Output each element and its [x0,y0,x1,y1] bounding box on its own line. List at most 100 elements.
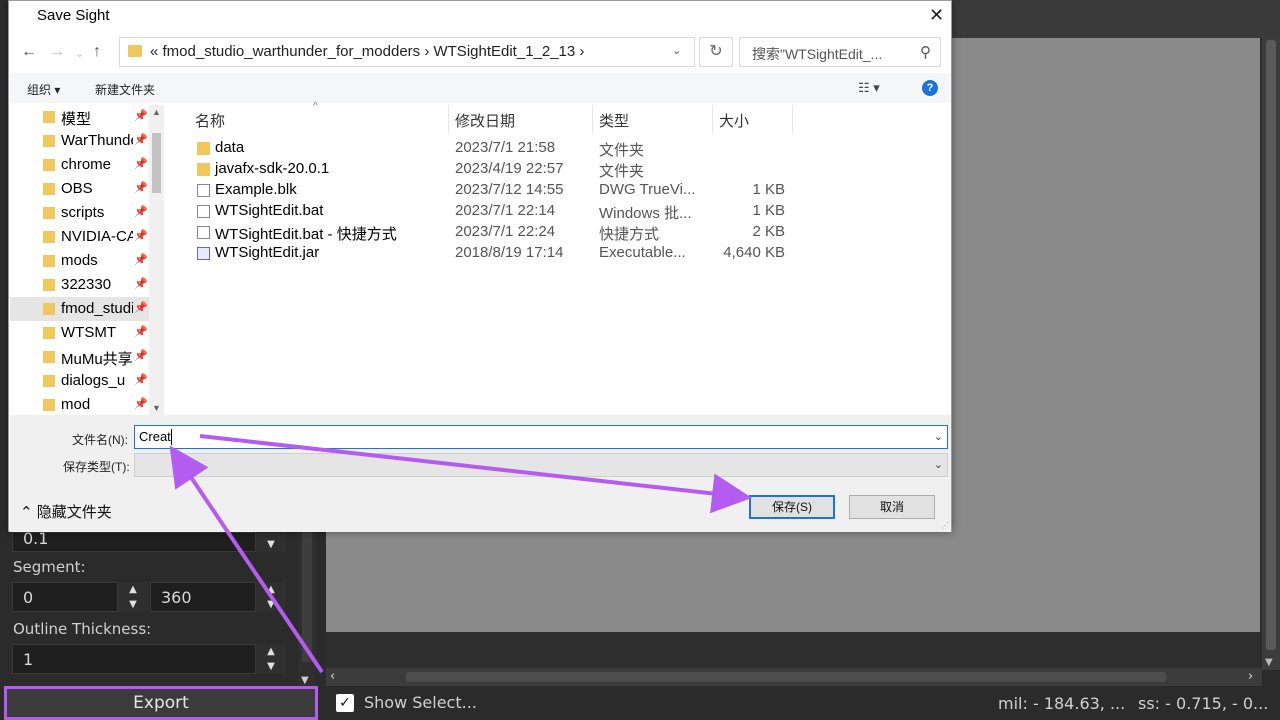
help-icon[interactable]: ? [922,80,938,96]
column-size[interactable]: 大小 [719,110,749,131]
nav-item[interactable]: OBS 📌 [10,177,149,201]
scroll-up-icon[interactable]: ▲ [152,107,161,117]
file-row[interactable]: WTSightEdit.bat 2023/7/1 22:14 Windows 批..… [173,201,813,222]
scrollbar-thumb[interactable] [406,672,1166,682]
address-bar[interactable]: « fmod_studio_warthunder_for_modders › W… [119,37,695,67]
nav-item[interactable]: dialogs_u 📌 [10,369,149,393]
file-type: 文件夹 [599,142,645,159]
refresh-button[interactable]: ↻ [699,37,733,67]
folder-icon [43,207,55,219]
top-value-stepper[interactable]: ▼ [256,532,286,552]
segment-from-field[interactable]: 0 [12,582,118,612]
nav-item[interactable]: 322330 📌 [10,273,149,297]
nav-item[interactable]: NVIDIA-CAT📌 [10,225,149,249]
top-value-field[interactable]: 0.1 [12,529,256,552]
pin-icon[interactable]: 📌 [134,109,148,122]
forward-arrow-icon[interactable]: → [49,43,65,61]
pin-icon[interactable]: 📌 [134,325,148,338]
nav-item[interactable]: mod 📌 [10,393,149,415]
nav-item[interactable]: mods 📌 [10,249,149,273]
back-arrow-icon[interactable]: ← [21,43,37,61]
pin-icon[interactable]: 📌 [134,205,148,218]
pin-icon[interactable]: 📌 [134,253,148,266]
scroll-down-icon[interactable]: ▼ [152,403,161,413]
nav-item[interactable]: fmod_studio📌 [10,297,149,321]
chevron-down-icon[interactable]: ⌄ [934,430,943,443]
mil-readout: mil: - 184.63, ... [998,694,1126,713]
filename-input[interactable]: Creat ⌄ [134,425,948,449]
outline-thickness-value: 1 [23,650,34,669]
export-button[interactable]: Export [4,686,318,720]
hide-folders-toggle[interactable]: ⌃ 隐藏文件夹 [20,501,112,522]
segment-to-stepper[interactable]: ▲ ▼ [256,582,286,612]
scroll-left-icon[interactable]: ‹ [330,669,335,684]
filetype-select[interactable]: ⌄ [134,453,948,477]
column-divider[interactable] [592,105,593,133]
breadcrumb[interactable]: « fmod_studio_warthunder_for_modders › W… [150,43,584,60]
nav-item[interactable]: WarThunder📌 [10,129,149,153]
nav-item-label: MuMu共享文件 [61,351,133,368]
pin-icon[interactable]: 📌 [134,349,148,362]
segment-to-field[interactable]: 360 [150,582,256,612]
outline-thickness-field[interactable]: 1 [12,644,256,674]
chevron-down-icon[interactable]: ⌄ [672,44,681,57]
increment-icon[interactable]: ▲ [118,582,148,597]
pin-icon[interactable]: 📌 [134,373,148,386]
search-input[interactable]: 搜索"WTSightEdit_... ⚲ [739,37,941,67]
organize-menu[interactable]: 组织 ▾ [27,81,60,98]
pin-icon[interactable]: 📌 [134,133,148,146]
pin-icon[interactable]: 📌 [134,277,148,290]
scroll-down-icon[interactable]: ▼ [301,675,309,686]
pin-icon[interactable]: 📌 [134,301,148,314]
recent-locations-chevron-icon[interactable]: ⌄ [75,47,84,60]
nav-scrollbar[interactable]: ▲ ▼ [149,105,164,415]
close-icon[interactable]: ✕ [929,5,944,26]
file-row[interactable]: data 2023/7/1 21:58 文件夹 [173,138,813,159]
cancel-button[interactable]: 取消 [849,495,935,519]
panel-scrollbar[interactable]: ▼ [298,532,316,686]
column-divider[interactable] [792,105,793,133]
scrollbar-thumb[interactable] [152,133,161,193]
file-row[interactable]: javafx-sdk-20.0.1 2023/4/19 22:57 文件夹 [173,159,813,180]
column-divider[interactable] [448,105,449,133]
increment-icon[interactable]: ▲ [256,644,286,659]
preview-horizontal-scrollbar[interactable]: ‹ › [326,668,1262,686]
scrollbar-thumb[interactable] [302,532,312,662]
pin-icon[interactable]: 📌 [134,157,148,170]
show-select-checkbox[interactable]: ✓ [336,694,354,712]
scrollbar-thumb[interactable] [1266,40,1276,650]
column-date[interactable]: 修改日期 [455,110,515,131]
view-options-icon[interactable]: ☷ ▾ [858,80,880,96]
pin-icon[interactable]: 📌 [134,397,148,410]
file-row[interactable]: WTSightEdit.bat - 快捷方式 2023/7/1 22:24 快捷方式… [173,222,813,243]
decrement-icon[interactable]: ▼ [118,597,148,612]
search-icon[interactable]: ⚲ [920,43,931,61]
decrement-icon[interactable]: ▼ [256,597,286,612]
new-folder-button[interactable]: 新建文件夹 [95,81,155,98]
decrement-icon[interactable]: ▼ [256,532,286,552]
increment-icon[interactable]: ▲ [256,582,286,597]
pin-icon[interactable]: 📌 [134,181,148,194]
preview-vertical-scrollbar[interactable]: ▼ [1262,38,1280,670]
chevron-down-icon[interactable]: ⌄ [934,458,943,471]
outline-thickness-stepper[interactable]: ▲ ▼ [256,644,286,674]
save-button[interactable]: 保存(S) [749,495,835,519]
file-row[interactable]: Example.blk 2023/7/12 14:55 DWG TrueVi... 1… [173,180,813,201]
nav-item[interactable]: scripts 📌 [10,201,149,225]
folder-icon [197,163,210,176]
file-row[interactable]: WTSightEdit.jar 2018/8/19 17:14 Executable… [173,243,813,264]
nav-item[interactable]: 模型 📌 [10,105,149,129]
scroll-right-icon[interactable]: › [1248,669,1253,684]
resize-grip-icon[interactable]: ⋰ [941,521,949,530]
decrement-icon[interactable]: ▼ [256,659,286,674]
pin-icon[interactable]: 📌 [134,229,148,242]
up-arrow-icon[interactable]: ↑ [93,43,101,61]
nav-item[interactable]: WTSMT 📌 [10,321,149,345]
nav-item[interactable]: chrome 📌 [10,153,149,177]
scroll-down-icon[interactable]: ▼ [1265,657,1273,668]
column-name[interactable]: 名称 [195,110,225,131]
segment-from-stepper[interactable]: ▲ ▼ [118,582,148,612]
column-divider[interactable] [712,105,713,133]
column-type[interactable]: 类型 [599,110,629,131]
nav-item[interactable]: MuMu共享文件📌 [10,345,149,369]
